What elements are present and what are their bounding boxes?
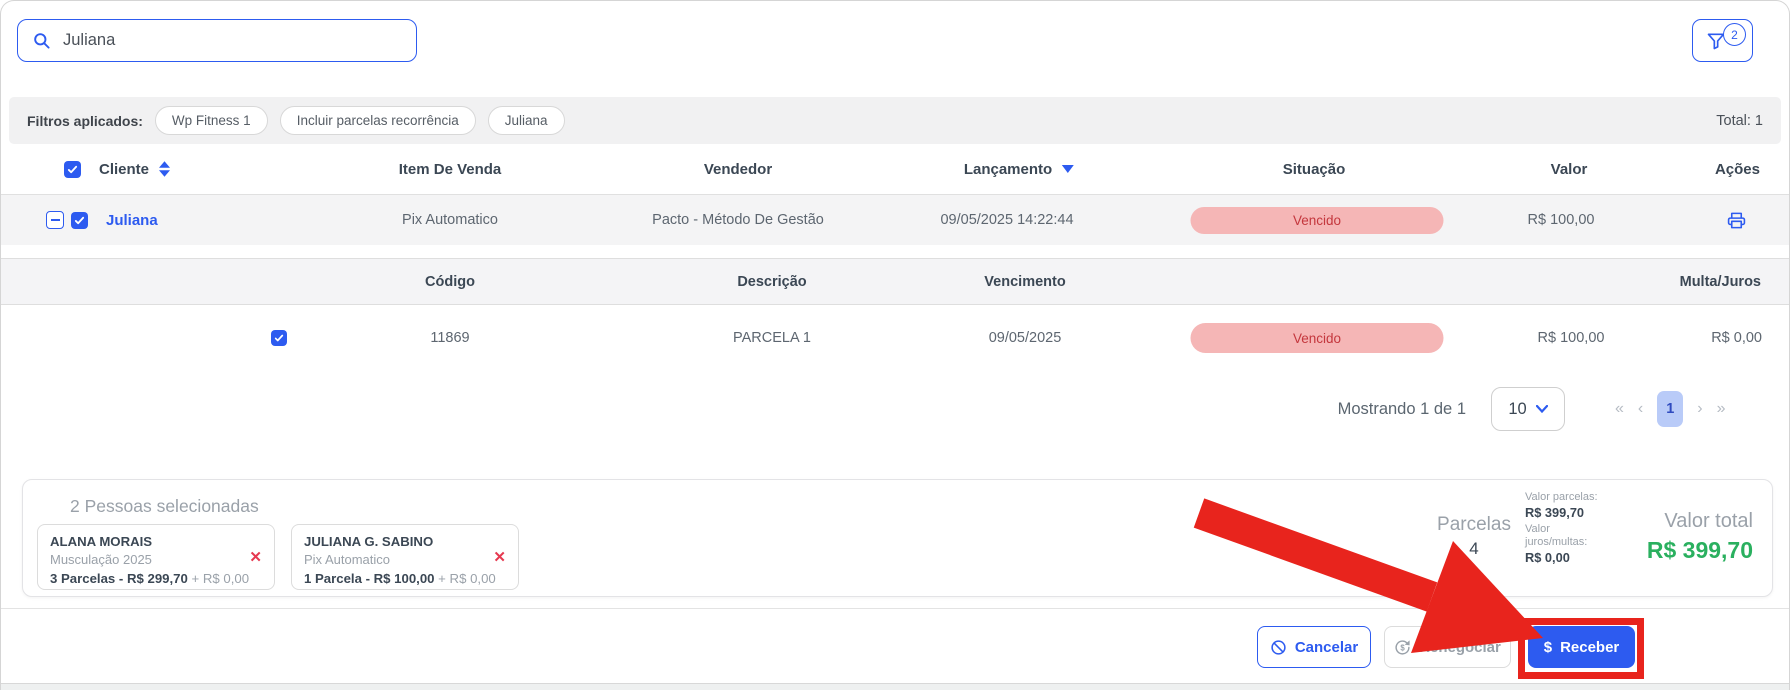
installment-codigo: 11869 (430, 330, 470, 346)
applied-filters-bar: Filtros aplicados: Wp Fitness 1 Incluir … (9, 97, 1781, 144)
filter-button[interactable]: 2 (1692, 19, 1753, 62)
installment-descricao: PARCELA 1 (733, 330, 811, 346)
installment-multa-juros: R$ 0,00 (1711, 330, 1762, 346)
row-checkbox[interactable] (71, 211, 88, 229)
search-input[interactable] (63, 31, 402, 50)
first-page-button[interactable]: « (1615, 400, 1624, 418)
current-page-button[interactable]: 1 (1657, 391, 1684, 427)
person-amount-extra: + R$ 0,00 (434, 570, 496, 586)
total-count: Total: 1 (1716, 112, 1763, 129)
sort-icon[interactable] (159, 161, 171, 177)
valor-total-label: Valor total (1664, 510, 1753, 532)
selected-person-card: ALANA MORAIS Musculação 2025 3 Parcelas … (37, 524, 275, 590)
person-item: Pix Automatico (304, 552, 390, 568)
search-icon (32, 31, 51, 50)
person-amount: 1 Parcela - R$ 100,00 (304, 570, 435, 586)
search-box[interactable] (17, 19, 417, 62)
sort-desc-icon[interactable] (1062, 165, 1075, 173)
footer-divider (1, 608, 1789, 609)
column-header-acoes: Ações (1714, 160, 1760, 178)
next-page-button[interactable]: › (1697, 400, 1702, 418)
person-item: Musculação 2025 (50, 552, 152, 568)
applied-filters-label: Filtros aplicados: (27, 112, 143, 129)
valor-parcelas-label: Valor parcelas: (1525, 491, 1598, 503)
column-header-vendedor[interactable]: Vendedor (704, 161, 772, 178)
filter-chip-search[interactable]: Juliana (487, 106, 565, 135)
summary-parcelas: Parcelas 4 (1409, 514, 1539, 559)
dollar-icon: $ (1543, 638, 1553, 656)
client-name-link[interactable]: Juliana (106, 212, 158, 229)
subcolumn-header-multa-juros: Multa/Juros (1679, 273, 1761, 290)
filter-chip-recurring[interactable]: Incluir parcelas recorrência (279, 106, 476, 135)
status-badge-vencido: Vencido (1190, 206, 1444, 234)
renegotiate-button[interactable]: $ Renegociar (1384, 626, 1511, 668)
row-valor: R$ 100,00 (1527, 212, 1595, 228)
receive-button[interactable]: $ Receber (1528, 626, 1635, 668)
cancel-icon (1270, 639, 1287, 656)
column-header-lancamento[interactable]: Lançamento (964, 161, 1052, 178)
table-row: Juliana Pix Automatico Pacto - Método De… (1, 195, 1789, 245)
filter-chip-unit[interactable]: Wp Fitness 1 (154, 106, 268, 135)
column-header-situacao[interactable]: Situação (1283, 161, 1346, 178)
valor-parcelas-value: R$ 399,70 (1525, 504, 1585, 520)
row-lancamento: 09/05/2025 14:22:44 (940, 212, 1074, 228)
page-size-select[interactable]: 10 (1491, 387, 1565, 431)
bottom-edge (1, 683, 1789, 690)
table-header-row: Cliente Item De Venda Vendedor Lançament… (1, 144, 1789, 195)
column-header-cliente[interactable]: Cliente (99, 161, 149, 178)
last-page-button[interactable]: » (1717, 400, 1726, 418)
cancel-button[interactable]: Cancelar (1257, 626, 1371, 668)
parcelas-label: Parcelas (1437, 514, 1511, 535)
prev-page-button[interactable]: ‹ (1638, 400, 1643, 418)
collapse-row-button[interactable] (46, 211, 64, 229)
minus-icon (50, 219, 60, 221)
summary-breakdown: Valor parcelas: R$ 399,70 Valor juros/mu… (1525, 491, 1603, 568)
installment-status-badge: Vencido (1190, 323, 1444, 353)
close-icon[interactable]: ✕ (493, 547, 506, 568)
row-item-de-venda: Pix Automatico (402, 212, 498, 228)
billing-receivables-page: 2 Filtros aplicados: Wp Fitness 1 Inclui… (0, 0, 1790, 690)
row-vendedor: Pacto - Método De Gestão (652, 212, 824, 228)
person-name: ALANA MORAIS (50, 534, 153, 549)
page-size-value: 10 (1508, 399, 1527, 418)
selection-panel: 2 Pessoas selecionadas ALANA MORAIS Musc… (22, 479, 1773, 597)
filter-count-badge: 2 (1723, 23, 1746, 46)
selection-panel-title: 2 Pessoas selecionadas (70, 496, 259, 516)
installment-vencimento: 09/05/2025 (988, 330, 1062, 346)
valor-total-value: R$ 399,70 (1646, 537, 1753, 563)
svg-text:$: $ (1400, 643, 1405, 652)
installment-checkbox[interactable] (271, 330, 287, 346)
person-amount: 3 Parcelas - R$ 299,70 (50, 570, 188, 586)
column-header-valor[interactable]: Valor (1551, 161, 1588, 178)
pagination-showing-label: Mostrando 1 de 1 (1337, 399, 1466, 418)
close-icon[interactable]: ✕ (249, 547, 262, 568)
installment-valor: R$ 100,00 (1537, 330, 1605, 346)
select-all-checkbox[interactable] (64, 160, 81, 178)
pagination-controls: « ‹ 1 › » (1615, 386, 1725, 432)
valor-juros-value: R$ 0,00 (1525, 550, 1570, 566)
chevron-down-icon (1535, 405, 1548, 413)
column-header-item-de-venda[interactable]: Item De Venda (399, 161, 502, 178)
selected-person-card: JULIANA G. SABINO Pix Automatico 1 Parce… (291, 524, 519, 590)
person-name: JULIANA G. SABINO (304, 534, 434, 549)
subcolumn-header-vencimento: Vencimento (984, 273, 1066, 290)
parcelas-value: 4 (1469, 539, 1479, 558)
installment-row: 11869 PARCELA 1 09/05/2025 Vencido R$ 10… (1, 305, 1789, 371)
installments-header-row: Código Descrição Vencimento Multa/Juros (1, 258, 1789, 305)
person-amount-extra: + R$ 0,00 (187, 570, 250, 586)
renegotiate-icon: $ (1394, 639, 1411, 656)
valor-juros-label: Valor juros/multas: (1525, 522, 1588, 549)
summary-total: Valor total R$ 399,70 (1647, 510, 1753, 564)
print-icon[interactable] (1727, 211, 1746, 230)
subcolumn-header-codigo: Código (425, 273, 475, 290)
subcolumn-header-descricao: Descrição (737, 273, 807, 290)
